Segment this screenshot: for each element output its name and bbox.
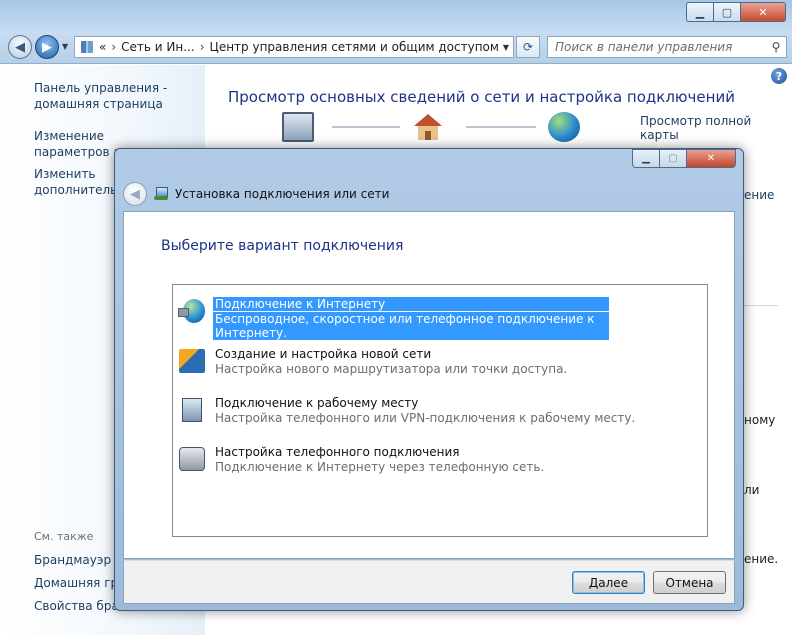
main-window-titlebar: ▁ ▢ ✕ [0, 0, 792, 30]
cancel-button[interactable]: Отмена [653, 571, 726, 594]
option-description: Настройка телефонного или VPN-подключени… [215, 411, 636, 425]
back-arrow-icon: ◀ [15, 39, 25, 55]
breadcrumb-network[interactable]: Сеть и Ин... [121, 40, 195, 54]
connection-line [332, 126, 400, 128]
main-maximize-button[interactable]: ▢ [713, 2, 741, 22]
obscured-text: ение. [744, 552, 779, 566]
see-also-label: См. также [34, 530, 94, 543]
address-dropdown-icon[interactable]: ▼ [503, 43, 509, 52]
dialog-minimize-button[interactable]: ▁ [632, 149, 660, 168]
obscured-text: ли [744, 483, 760, 497]
see-also-browser-properties[interactable]: Свойства браузера [34, 599, 118, 613]
dialup-phone-icon [179, 447, 205, 471]
search-box[interactable]: ⚲ [547, 36, 787, 58]
connection-options-list: Подключение к Интернету Беспроводное, ск… [172, 284, 708, 537]
dialog-close-button[interactable]: ✕ [686, 149, 736, 168]
option-title: Подключение к Интернету [213, 297, 609, 311]
obscured-text: ному [744, 413, 776, 427]
forward-button[interactable]: ▶ [35, 35, 59, 59]
main-minimize-button[interactable]: ▁ [686, 2, 714, 22]
see-also-homegroup[interactable]: Домашняя группа [34, 576, 118, 590]
see-also-firewall[interactable]: Брандмауэр Windows [34, 553, 118, 567]
option-title: Настройка телефонного подключения [215, 445, 460, 459]
back-arrow-icon: ◀ [130, 186, 140, 202]
option-dialup[interactable]: Настройка телефонного подключения Подклю… [179, 443, 702, 477]
next-button[interactable]: Далее [572, 571, 645, 594]
internet-globe-icon [178, 299, 205, 323]
divider [744, 305, 778, 306]
search-input[interactable] [548, 40, 766, 54]
recent-pages-dropdown[interactable]: ▼ [62, 42, 68, 51]
view-full-map-link[interactable]: Просмотр полной карты [640, 114, 792, 142]
new-network-icon [179, 349, 205, 373]
page-title: Просмотр основных сведений о сети и наст… [228, 88, 735, 106]
option-new-network[interactable]: Создание и настройка новой сети Настройк… [179, 345, 702, 379]
main-close-button[interactable]: ✕ [740, 2, 786, 22]
dialog-content: Выберите вариант подключения Подключение… [123, 211, 735, 559]
back-button[interactable]: ◀ [8, 35, 32, 59]
dialog-back-button[interactable]: ◀ [123, 182, 147, 206]
computer-icon [282, 112, 314, 142]
search-icon[interactable]: ⚲ [766, 40, 786, 54]
dialog-header: ◀ Установка подключения или сети [123, 182, 389, 206]
breadcrumb-separator: › [111, 40, 117, 54]
option-internet-connection[interactable]: Подключение к Интернету Беспроводное, ск… [178, 295, 702, 340]
dialog-maximize-button: ▢ [659, 149, 687, 168]
sidebar-link-home[interactable]: Панель управления - домашняя страница [34, 80, 174, 112]
connection-line [466, 126, 536, 128]
network-setup-icon [153, 186, 169, 202]
forward-arrow-icon: ▶ [42, 39, 52, 55]
address-bar[interactable]: « › Сеть и Ин... › Центр управления сетя… [74, 36, 514, 58]
control-panel-icon [81, 41, 93, 53]
refresh-button[interactable]: ⟳ [516, 36, 540, 58]
option-title: Подключение к рабочему месту [215, 396, 419, 410]
workplace-icon [182, 398, 202, 422]
address-overflow[interactable]: « [99, 40, 106, 54]
setup-connection-dialog: ▁ ▢ ✕ ◀ Установка подключения или сети В… [114, 148, 744, 611]
refresh-icon: ⟳ [522, 40, 534, 54]
dialog-title: Установка подключения или сети [175, 187, 390, 201]
house-icon [412, 112, 444, 142]
breadcrumb-network-center[interactable]: Центр управления сетями и общим доступом [210, 40, 499, 54]
option-description: Настройка нового маршрутизатора или точк… [215, 362, 568, 376]
option-title: Создание и настройка новой сети [215, 347, 432, 361]
help-icon[interactable]: ? [771, 68, 787, 84]
obscured-link-text[interactable]: ение [744, 188, 774, 202]
option-description: Беспроводное, скоростное или телефонное … [213, 312, 609, 340]
option-workplace[interactable]: Подключение к рабочему месту Настройка т… [179, 394, 702, 428]
breadcrumb-separator: › [199, 40, 205, 54]
dialog-heading: Выберите вариант подключения [161, 238, 404, 254]
globe-icon [548, 112, 580, 142]
option-description: Подключение к Интернету через телефонную… [215, 460, 545, 474]
dialog-footer: Далее Отмена [123, 560, 735, 604]
